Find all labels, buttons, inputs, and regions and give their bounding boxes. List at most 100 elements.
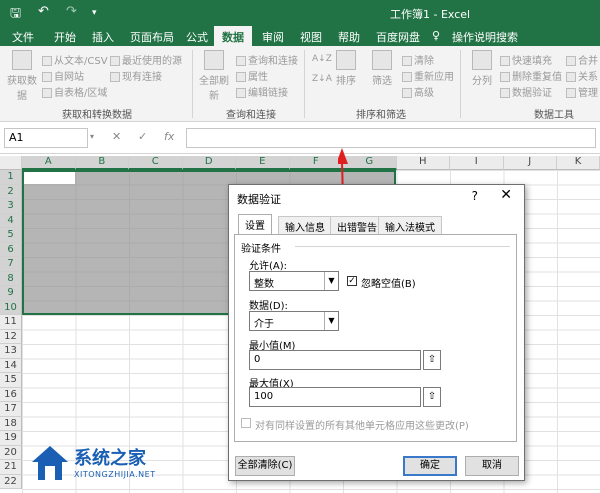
column-header[interactable]: H <box>396 156 450 170</box>
from-web-button[interactable]: 自网站 <box>42 68 84 83</box>
chevron-down-icon: ▼ <box>324 312 338 330</box>
row-header[interactable]: 16 <box>0 387 22 402</box>
tab-formulas[interactable]: 公式 <box>186 29 208 45</box>
dialog-title-bar[interactable]: 数据验证 ? ✕ <box>229 185 524 209</box>
refresh-icon <box>204 50 224 70</box>
save-icon[interactable]: 🖫 <box>10 4 21 26</box>
filter-button[interactable]: 筛选 <box>364 50 400 87</box>
manage-data-model-button[interactable]: 管理 <box>566 84 598 99</box>
tab-input-message[interactable]: 输入信息 <box>278 216 332 234</box>
consolidate-button[interactable]: 合并 <box>566 52 598 67</box>
redo-icon[interactable]: ↷ <box>66 4 77 19</box>
minimum-input[interactable]: 0 <box>249 350 421 370</box>
allow-select[interactable]: 整数 ▼ <box>249 271 339 291</box>
row-header[interactable]: 6 <box>0 242 22 257</box>
row-header[interactable]: 9 <box>0 286 22 301</box>
column-header[interactable]: J <box>503 156 557 170</box>
row-header[interactable]: 15 <box>0 373 22 388</box>
remove-duplicates-icon <box>500 72 510 82</box>
column-header[interactable]: A <box>22 156 76 170</box>
recent-sources-button[interactable]: 最近使用的源 <box>110 52 182 67</box>
apply-to-all-checkbox[interactable] <box>241 418 251 428</box>
column-header[interactable]: C <box>129 156 183 170</box>
customize-qa-icon[interactable]: ▾ <box>92 8 97 18</box>
row-header[interactable]: 7 <box>0 257 22 272</box>
row-header[interactable]: 8 <box>0 271 22 286</box>
close-icon[interactable]: ✕ <box>500 187 512 203</box>
remove-duplicates-button[interactable]: 删除重复值 <box>500 68 562 83</box>
range-select-icon[interactable]: ⇧ <box>423 387 441 407</box>
range-select-icon[interactable]: ⇧ <box>423 350 441 370</box>
row-header[interactable]: 10 <box>0 300 22 315</box>
flash-fill-button[interactable]: 快速填充 <box>500 52 552 67</box>
tell-me-search[interactable]: 操作说明搜索 <box>452 29 518 45</box>
tab-review[interactable]: 审阅 <box>262 29 284 45</box>
row-header[interactable]: 14 <box>0 358 22 373</box>
tab-file[interactable]: 文件 <box>12 29 34 45</box>
select-all-corner[interactable] <box>0 156 22 170</box>
row-header[interactable]: 19 <box>0 431 22 446</box>
tab-error-alert[interactable]: 出错警告 <box>330 216 384 234</box>
row-header[interactable]: 1 <box>0 170 22 185</box>
tab-settings[interactable]: 设置 <box>238 214 272 234</box>
get-data-button[interactable]: 获取数据 <box>4 50 40 102</box>
relationships-button[interactable]: 关系 <box>566 68 598 83</box>
row-header[interactable]: 22 <box>0 474 22 489</box>
tab-insert[interactable]: 插入 <box>92 29 114 45</box>
name-box-dropdown-icon[interactable]: ▾ <box>90 132 94 141</box>
cancel-button[interactable]: 取消 <box>465 456 519 476</box>
tab-ime-mode[interactable]: 输入法模式 <box>378 216 442 234</box>
reapply-icon <box>402 72 412 82</box>
cancel-icon[interactable]: ✕ <box>112 130 121 143</box>
data-select[interactable]: 介于 ▼ <box>249 311 339 331</box>
column-header[interactable]: I <box>450 156 504 170</box>
tab-home[interactable]: 开始 <box>54 29 76 45</box>
active-cell-a1[interactable] <box>24 172 75 184</box>
tab-page-layout[interactable]: 页面布局 <box>130 29 174 45</box>
clear-button[interactable]: 清除 <box>402 52 434 67</box>
tab-help[interactable]: 帮助 <box>338 29 360 45</box>
row-header[interactable]: 11 <box>0 315 22 330</box>
column-header[interactable]: K <box>557 156 600 170</box>
reapply-button[interactable]: 重新应用 <box>402 68 454 83</box>
row-header[interactable]: 13 <box>0 344 22 359</box>
split-button[interactable]: 分列 <box>464 50 500 87</box>
column-header[interactable]: B <box>75 156 129 170</box>
row-header[interactable]: 2 <box>0 184 22 199</box>
clear-all-button[interactable]: 全部清除(C) <box>235 456 295 476</box>
queries-connections-button[interactable]: 查询和连接 <box>236 52 298 67</box>
row-header[interactable]: 18 <box>0 416 22 431</box>
row-header[interactable]: 5 <box>0 228 22 243</box>
group-label-get: 获取和转换数据 <box>62 110 132 121</box>
row-header[interactable]: 4 <box>0 213 22 228</box>
insert-function-icon[interactable]: fx <box>164 130 174 143</box>
sort-button[interactable]: 排序 <box>328 50 364 87</box>
row-header[interactable]: 21 <box>0 460 22 475</box>
edit-links-button[interactable]: 编辑链接 <box>236 84 288 99</box>
tab-baidu-pan[interactable]: 百度网盘 <box>376 29 420 45</box>
enter-icon[interactable]: ✓ <box>138 130 147 143</box>
help-icon[interactable]: ? <box>472 189 478 203</box>
column-header[interactable]: E <box>236 156 290 170</box>
undo-icon[interactable]: ↶ <box>38 4 49 19</box>
tab-data[interactable]: 数据 <box>214 26 252 46</box>
row-header[interactable]: 17 <box>0 402 22 417</box>
tab-view[interactable]: 视图 <box>300 29 322 45</box>
existing-connections-button[interactable]: 现有连接 <box>110 68 162 83</box>
data-validation-button[interactable]: 数据验证 <box>500 84 552 99</box>
properties-button[interactable]: 属性 <box>236 68 268 83</box>
advanced-button[interactable]: 高级 <box>402 84 434 99</box>
name-box[interactable]: A1 <box>4 128 88 148</box>
from-text-csv-button[interactable]: 从文本/CSV <box>42 52 108 67</box>
ignore-blank-checkbox[interactable]: ✓ <box>347 276 357 286</box>
row-header[interactable]: 12 <box>0 329 22 344</box>
column-header[interactable]: F <box>289 156 343 170</box>
from-table-button[interactable]: 自表格/区域 <box>42 84 107 99</box>
refresh-all-button[interactable]: 全部刷新 <box>196 50 232 102</box>
column-header[interactable]: D <box>182 156 236 170</box>
row-header[interactable]: 20 <box>0 445 22 460</box>
row-header[interactable]: 3 <box>0 199 22 214</box>
ok-button[interactable]: 确定 <box>403 456 457 476</box>
formula-input[interactable] <box>186 128 596 148</box>
maximum-input[interactable]: 100 <box>249 387 421 407</box>
